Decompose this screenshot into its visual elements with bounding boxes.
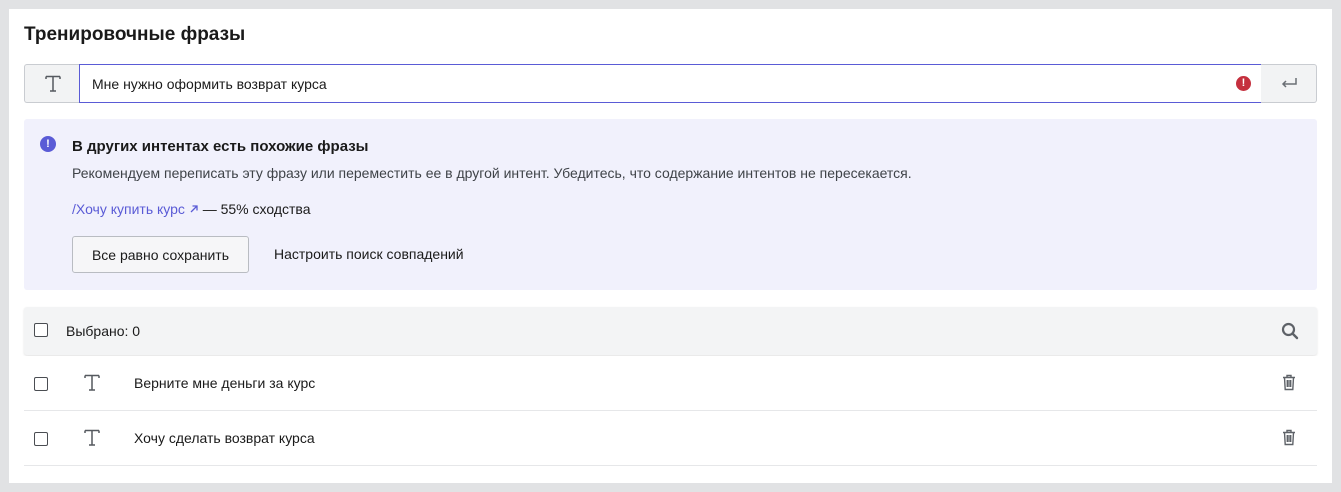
text-type-icon xyxy=(84,429,100,446)
trash-icon[interactable] xyxy=(1282,429,1296,446)
save-anyway-button[interactable]: Все равно сохранить xyxy=(72,236,249,273)
row-checkbox[interactable] xyxy=(34,432,48,446)
text-type-icon xyxy=(84,374,100,391)
warning-text: Рекомендуем переписать эту фразу или пер… xyxy=(72,165,912,181)
similar-intent: /Хочу купить курс — 55% сходства xyxy=(72,201,311,217)
phrase-input[interactable] xyxy=(79,64,1262,103)
configure-matching-button[interactable]: Настроить поиск совпадений xyxy=(274,236,464,273)
row-checkbox[interactable] xyxy=(34,377,48,391)
similar-intent-link[interactable]: /Хочу купить курс xyxy=(72,201,199,217)
phrase-input-row: ! xyxy=(24,64,1317,103)
submit-phrase-button[interactable] xyxy=(1261,64,1317,103)
similar-intent-link-label: /Хочу купить курс xyxy=(72,201,185,217)
similarity-value: — 55% сходства xyxy=(202,201,311,217)
warning-title: В других интентах есть похожие фразы xyxy=(72,138,369,155)
phrase-text[interactable]: Верните мне деньги за курс xyxy=(134,375,315,391)
similar-phrases-warning: ! В других интентах есть похожие фразы Р… xyxy=(24,119,1317,290)
external-link-icon xyxy=(190,205,198,213)
search-icon[interactable] xyxy=(1281,322,1299,340)
training-phrases-card: Тренировочные фразы ! ! В других интента… xyxy=(9,9,1332,483)
list-item: Хочу сделать возврат курса xyxy=(24,411,1317,466)
trash-icon[interactable] xyxy=(1282,374,1296,391)
phrase-type-button[interactable] xyxy=(24,64,80,103)
error-icon: ! xyxy=(1236,76,1251,91)
phrase-text[interactable]: Хочу сделать возврат курса xyxy=(134,430,315,446)
text-type-icon xyxy=(44,75,61,92)
info-icon: ! xyxy=(40,136,56,152)
selected-count: Выбрано: 0 xyxy=(66,323,141,339)
select-all-checkbox[interactable] xyxy=(34,323,48,337)
enter-icon xyxy=(1281,77,1297,88)
section-title: Тренировочные фразы xyxy=(24,24,246,45)
list-item: Верните мне деньги за курс xyxy=(24,356,1317,411)
list-header: Выбрано: 0 xyxy=(24,307,1317,355)
